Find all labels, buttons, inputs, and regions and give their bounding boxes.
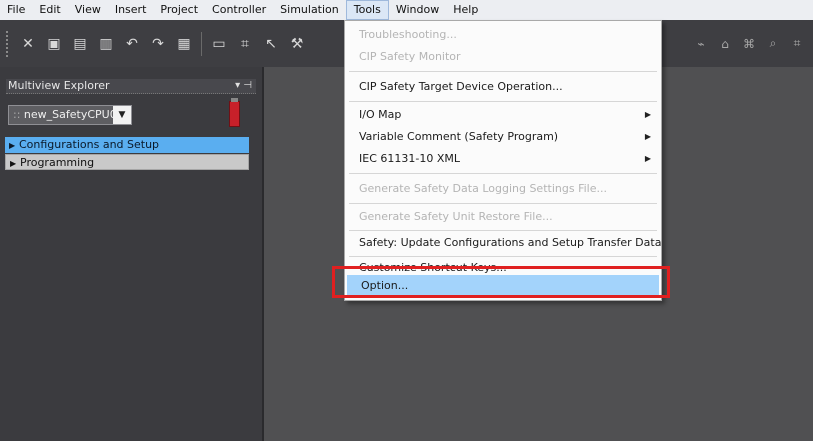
menu-simulation[interactable]: Simulation	[273, 0, 346, 20]
menu-controller[interactable]: Controller	[205, 0, 273, 20]
menu-separator	[349, 101, 657, 102]
device-name: new_SafetyCPU0	[23, 108, 117, 121]
tool-e-icon[interactable]: ⌗	[787, 33, 807, 55]
tool-icon[interactable]: ⚒	[286, 33, 308, 55]
menu-edit[interactable]: Edit	[32, 0, 67, 20]
menu-item-update-transfer[interactable]: Safety: Update Configurations and Setup …	[345, 232, 661, 254]
panel-pin-icon[interactable]: ▾ ⊣	[235, 79, 252, 93]
cut-icon[interactable]: ✕	[17, 33, 39, 55]
menu-item-cip-target[interactable]: CIP Safety Target Device Operation...	[345, 76, 661, 98]
submenu-arrow-icon: ▶	[644, 110, 651, 119]
tool-d-icon[interactable]: ⌕	[763, 33, 783, 55]
build-icon[interactable]: ▦	[173, 33, 195, 55]
tool-a-icon[interactable]: ⌁	[691, 33, 711, 55]
menu-item-label: Variable Comment (Safety Program)	[359, 130, 559, 143]
chevron-down-icon[interactable]: ▼	[113, 106, 131, 124]
tools-menu: Troubleshooting... CIP Safety Monitor CI…	[344, 20, 662, 301]
copy-icon[interactable]: ▣	[43, 33, 65, 55]
multiview-explorer: Multiview Explorer ▾ ⊣ :: new_SafetyCPU0…	[0, 67, 264, 441]
undo-icon[interactable]: ↶	[121, 33, 143, 55]
tree-item-programming[interactable]: ▶ Programming	[5, 154, 249, 170]
menu-separator	[349, 203, 657, 204]
submenu-arrow-icon: ▶	[644, 132, 651, 141]
device-prefix: ::	[13, 108, 21, 121]
toolbar-right-group: ⌁ ⌂ ⌘ ⌕ ⌗	[689, 20, 809, 67]
monitor-icon[interactable]: ▭	[208, 33, 230, 55]
menu-item-troubleshooting: Troubleshooting...	[359, 28, 457, 41]
toolbar-separator	[201, 31, 202, 56]
menu-project[interactable]: Project	[153, 0, 205, 20]
explorer-title: Multiview Explorer	[8, 79, 110, 92]
online-icon[interactable]: ↖	[260, 33, 282, 55]
menu-item-io-map[interactable]: I/O Map ▶	[345, 104, 661, 126]
delete-icon[interactable]: ▥	[95, 33, 117, 55]
menu-item-iec-xml[interactable]: IEC 61131-10 XML ▶	[345, 148, 661, 170]
explorer-header: Multiview Explorer ▾ ⊣	[6, 79, 256, 94]
menu-item-label: IEC 61131-10 XML	[359, 152, 460, 165]
tool-c-icon[interactable]: ⌘	[739, 33, 759, 55]
menu-item-cip-monitor: CIP Safety Monitor	[359, 50, 461, 63]
tree-item-configurations[interactable]: ▶ Configurations and Setup	[5, 137, 249, 153]
paste-icon[interactable]: ▤	[69, 33, 91, 55]
expand-arrow-icon[interactable]: ▶	[10, 156, 20, 172]
menu-separator	[349, 230, 657, 231]
menu-file[interactable]: File	[0, 0, 32, 20]
cpu-status-icon	[229, 98, 240, 127]
toolbar-grip[interactable]	[6, 30, 11, 57]
menu-separator	[349, 173, 657, 174]
menu-item-gen-restore: Generate Safety Unit Restore File...	[359, 210, 553, 223]
tree-item-label: Programming	[20, 156, 95, 169]
menu-bar: File Edit View Insert Project Controller…	[0, 0, 813, 21]
menu-separator	[349, 71, 657, 72]
device-select[interactable]: :: new_SafetyCPU0 ▼	[8, 105, 132, 125]
menu-item-variable-comment[interactable]: Variable Comment (Safety Program) ▶	[345, 126, 661, 148]
annotation-highlight-box	[332, 266, 670, 298]
network-icon[interactable]: ⌗	[234, 33, 256, 55]
submenu-arrow-icon: ▶	[644, 154, 651, 163]
tool-b-icon[interactable]: ⌂	[715, 33, 735, 55]
menu-view[interactable]: View	[68, 0, 108, 20]
menu-item-label: I/O Map	[359, 108, 402, 121]
expand-arrow-icon[interactable]: ▶	[9, 138, 19, 154]
menu-help[interactable]: Help	[446, 0, 485, 20]
menu-window[interactable]: Window	[389, 0, 446, 20]
redo-icon[interactable]: ↷	[147, 33, 169, 55]
menu-insert[interactable]: Insert	[108, 0, 154, 20]
menu-item-gen-logging: Generate Safety Data Logging Settings Fi…	[359, 182, 607, 195]
cpu-indicator-cap	[231, 98, 238, 102]
tree-item-label: Configurations and Setup	[19, 138, 160, 151]
menu-tools[interactable]: Tools	[345, 0, 389, 20]
